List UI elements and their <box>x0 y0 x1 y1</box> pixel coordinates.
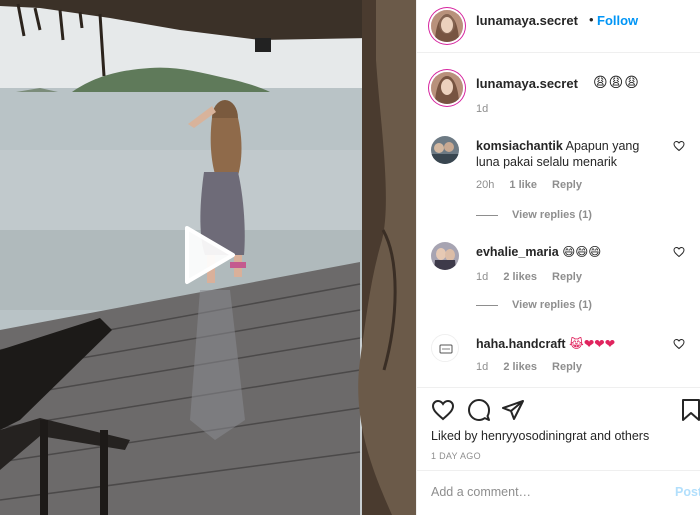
view-replies-label: View replies (1) <box>512 209 592 221</box>
profile-logo-icon <box>432 335 458 361</box>
caption-username[interactable]: lunamaya.secret <box>476 76 578 91</box>
like-comment-heart-icon[interactable] <box>673 140 685 152</box>
reply-button[interactable]: Reply <box>552 271 582 283</box>
comment-time[interactable]: 20h <box>476 179 494 191</box>
caption-text: 😩😩😩 <box>593 74 640 90</box>
post-actions: Liked by henryyosodiningrat and others 1… <box>417 387 700 516</box>
play-icon[interactable] <box>175 222 241 288</box>
comment-time[interactable]: 1d <box>476 361 488 373</box>
profile-photo <box>431 242 459 270</box>
comment-likes[interactable]: 1 like <box>509 179 537 191</box>
divider-line <box>476 214 498 216</box>
comment-icon[interactable] <box>467 398 491 422</box>
like-comment-heart-icon[interactable] <box>673 338 685 350</box>
view-replies-button[interactable]: View replies (1) <box>476 209 592 221</box>
comment-time[interactable]: 1d <box>476 271 488 283</box>
reply-button[interactable]: Reply <box>552 179 582 191</box>
bookmark-icon[interactable] <box>679 398 700 422</box>
comment-input[interactable] <box>431 485 661 499</box>
comment-username[interactable]: evhalie_maria <box>476 245 559 259</box>
post-timestamp[interactable]: 1 DAY AGO <box>431 451 481 461</box>
profile-photo <box>431 72 463 104</box>
liked-by-text[interactable]: Liked by henryyosodiningrat and others <box>431 429 649 443</box>
comment-likes[interactable]: 2 likes <box>503 361 537 373</box>
profile-photo <box>431 136 459 164</box>
heart-icon[interactable] <box>431 398 455 422</box>
comment-meta: 1d 2 likes Reply <box>476 361 594 373</box>
avatar[interactable] <box>431 10 463 42</box>
comment-text: 😹❤❤❤ <box>569 337 616 351</box>
paper-plane-icon[interactable] <box>501 398 525 422</box>
separator-dot: • <box>589 12 594 27</box>
instagram-post-modal: lunamaya.secret • Follow lunamaya.secret… <box>0 0 700 515</box>
follow-button[interactable]: Follow <box>597 13 638 28</box>
add-comment-bar: Post <box>417 470 700 517</box>
caption-timestamp[interactable]: 1d <box>476 103 488 115</box>
post-header: lunamaya.secret • Follow <box>417 0 700 53</box>
comment-meta: 1d 2 likes Reply <box>476 271 594 283</box>
post-comment-button[interactable]: Post <box>675 485 700 499</box>
comment-text: 😄😄😄 <box>562 245 602 259</box>
divider-line <box>476 304 498 306</box>
like-comment-heart-icon[interactable] <box>673 246 685 258</box>
comment-likes[interactable]: 2 likes <box>503 271 537 283</box>
caption-avatar[interactable] <box>431 72 463 104</box>
comment-username[interactable]: komsiachantik <box>476 139 563 153</box>
view-replies-label: View replies (1) <box>512 299 592 311</box>
reply-button[interactable]: Reply <box>552 361 582 373</box>
commenter-avatar[interactable] <box>431 136 459 164</box>
header-username[interactable]: lunamaya.secret <box>476 13 578 28</box>
profile-photo <box>431 10 463 42</box>
comment-username[interactable]: haha.handcraft <box>476 337 566 351</box>
video-player[interactable] <box>0 0 416 515</box>
view-replies-button[interactable]: View replies (1) <box>476 299 592 311</box>
comment-body: evhalie_maria 😄😄😄 <box>476 244 666 260</box>
comment-body: komsiachantik Apapun yang luna pakai sel… <box>476 138 666 170</box>
commenter-avatar[interactable] <box>431 334 459 362</box>
comment-body: haha.handcraft 😹❤❤❤ <box>476 336 666 352</box>
commenter-avatar[interactable] <box>431 242 459 270</box>
post-sidebar: lunamaya.secret • Follow lunamaya.secret… <box>416 0 700 515</box>
comment-meta: 20h 1 like Reply <box>476 179 594 191</box>
